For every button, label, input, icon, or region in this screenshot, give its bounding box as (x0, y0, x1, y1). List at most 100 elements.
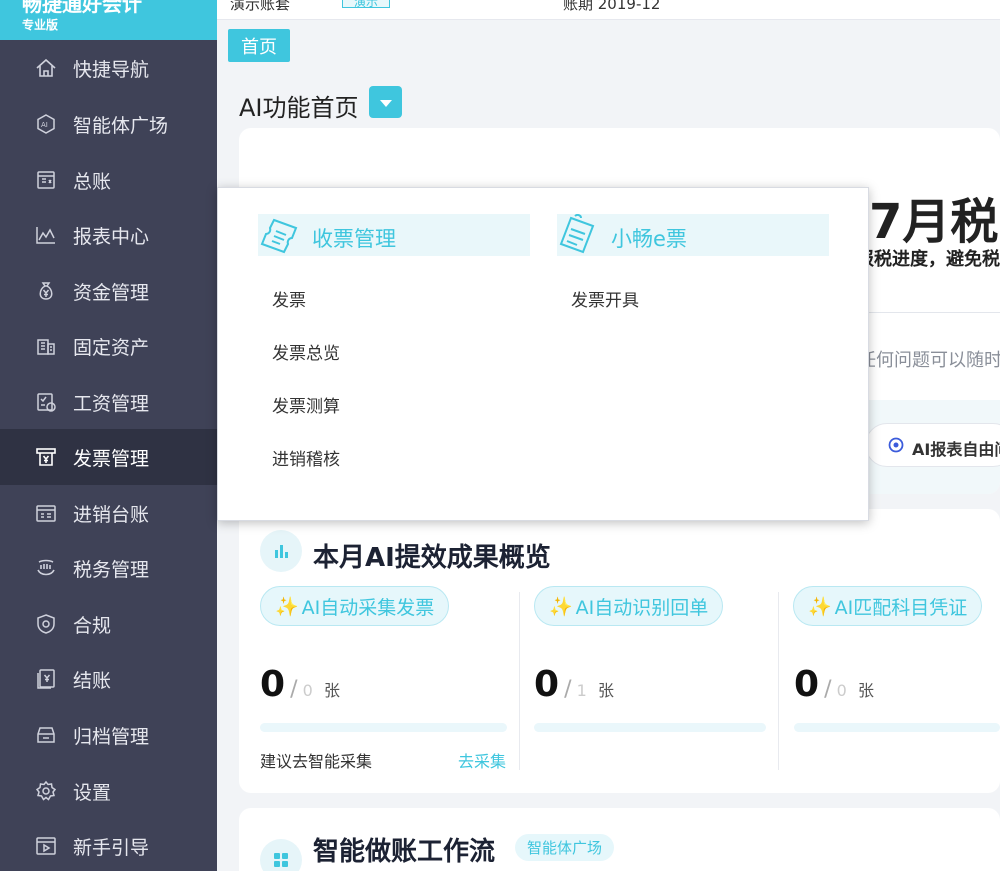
bar-chart-icon (260, 530, 302, 572)
chart-icon (34, 223, 58, 247)
sidebar-item-agent-square[interactable]: AI 智能体广场 (0, 96, 217, 152)
stat-done: 0 (794, 664, 820, 705)
sidebar-item-settings[interactable]: 设置 (0, 763, 217, 819)
top-bar: 演示账套 演示 账期 2019-12 (217, 0, 1000, 20)
pill-label: AI匹配科目凭证 (834, 596, 968, 619)
pill-label: AI自动采集发票 (301, 596, 435, 619)
sidebar-item-label: 新手引导 (73, 836, 150, 859)
stat-slash: / (824, 677, 832, 702)
ticket-icon (260, 214, 306, 260)
sidebar-item-label: 税务管理 (73, 558, 150, 581)
ai-summary-card: 本月AI提效成果概览 ✨ AI自动采集发票 0 / 0 张 建议去智能采集 去采… (239, 509, 1000, 793)
workflow-card: 智能做账工作流 智能体广场 (239, 808, 1000, 871)
ai-input-placeholder: 任何问题可以随时 (858, 350, 1000, 371)
stat-unit: 张 (597, 681, 614, 700)
sidebar-item-onboarding[interactable]: 新手引导 (0, 818, 217, 871)
sidebar-item-invoice-management[interactable]: 发票管理 (0, 429, 217, 485)
pill-label: AI自动识别回单 (575, 596, 709, 619)
menu-item-invoice[interactable]: 发票 (272, 286, 306, 311)
match-voucher-stat: 0 / 0 张 (794, 664, 874, 705)
demo-tag: 演示 (342, 0, 390, 9)
stat-slash: / (290, 677, 298, 702)
summary-title: 本月AI提效成果概览 (313, 543, 551, 573)
sidebar-item-fixed-assets[interactable]: 固定资产 (0, 318, 217, 374)
ai-report-chip-label: AI报表自由问 (912, 440, 1000, 459)
stat-unit: 张 (323, 681, 340, 700)
recognize-receipt-progress (534, 723, 766, 732)
go-collect-link[interactable]: 去采集 (458, 748, 506, 772)
stat-done: 0 (534, 664, 560, 705)
tax-icon (34, 556, 58, 580)
menu-item-invoice-estimate[interactable]: 发票测算 (272, 392, 340, 417)
ai-match-voucher-pill[interactable]: ✨ AI匹配科目凭证 (793, 586, 983, 626)
shield-icon (34, 612, 58, 636)
sidebar-item-label: 合规 (73, 614, 112, 637)
sidebar-item-label: 发票管理 (73, 447, 150, 470)
sidebar-item-funds[interactable]: 资金管理 (0, 263, 217, 319)
brand-header[interactable]: 畅捷通好会计 专业版 (0, 0, 217, 40)
sidebar-item-label: 资金管理 (73, 281, 150, 304)
hero-title: 7月税 (869, 194, 999, 250)
accounting-period[interactable]: 账期 2019-12 (563, 0, 660, 14)
sidebar-item-closing[interactable]: 结账 (0, 651, 217, 707)
sidebar-item-label: 设置 (73, 781, 112, 804)
stat-total: 0 (836, 681, 847, 700)
ai-agent-icon: AI (34, 112, 58, 136)
target-icon (888, 437, 904, 457)
salary-icon (34, 390, 58, 414)
sidebar-item-label: 进销台账 (73, 503, 150, 526)
stat-total: 1 (576, 681, 587, 700)
sidebar-item-tax[interactable]: 税务管理 (0, 540, 217, 596)
checkout-icon (34, 667, 58, 691)
ai-collect-invoice-pill[interactable]: ✨ AI自动采集发票 (260, 586, 450, 626)
hero-subtitle: 报税进度，避免税 (856, 249, 1000, 270)
stat-slash: / (564, 677, 572, 702)
trade-ledger-icon (34, 501, 58, 525)
page-switch-dropdown[interactable] (369, 86, 402, 118)
sidebar-item-label: 工资管理 (73, 392, 150, 415)
invoice-icon (34, 445, 58, 469)
svg-text:AI: AI (41, 121, 48, 129)
brand-name: 畅捷通好会计 (22, 0, 142, 16)
tab-home[interactable]: 首页 (228, 29, 290, 62)
e-invoice-icon (559, 213, 605, 260)
agent-square-tag[interactable]: 智能体广场 (515, 834, 615, 861)
column-divider (519, 592, 520, 770)
archive-icon (34, 723, 58, 747)
menu-group-title: 小畅e票 (611, 227, 687, 251)
sparkle-icon: ✨ (549, 595, 573, 618)
caret-down-icon (379, 93, 393, 112)
workflow-title: 智能做账工作流 (313, 837, 496, 867)
menu-group-receive-invoice: 收票管理 (258, 214, 530, 256)
ai-recognize-receipt-pill[interactable]: ✨ AI自动识别回单 (534, 586, 724, 626)
money-bag-icon (34, 279, 58, 303)
stat-total: 0 (302, 681, 313, 700)
sidebar-item-label: 快捷导航 (73, 58, 150, 81)
grid-apps-icon (260, 839, 302, 871)
menu-item-invoice-overview[interactable]: 发票总览 (272, 339, 340, 364)
ai-report-chip[interactable]: AI报表自由问 (865, 423, 1000, 467)
sidebar-item-reports[interactable]: 报表中心 (0, 207, 217, 263)
sparkle-icon: ✨ (808, 595, 832, 618)
menu-group-e-invoice: 小畅e票 (557, 213, 829, 256)
sidebar-item-payroll[interactable]: 工资管理 (0, 374, 217, 430)
sidebar-item-quick-nav[interactable]: 快捷导航 (0, 40, 217, 96)
sidebar-item-archive[interactable]: 归档管理 (0, 707, 217, 763)
menu-group-title: 收票管理 (312, 227, 396, 251)
sidebar-item-label: 归档管理 (73, 725, 150, 748)
account-set-name[interactable]: 演示账套 (230, 0, 290, 14)
sidebar-item-compliance[interactable]: 合规 (0, 596, 217, 652)
menu-item-issue-invoice[interactable]: 发票开具 (571, 286, 639, 311)
home-icon (34, 56, 58, 80)
stat-unit: 张 (857, 681, 874, 700)
menu-item-purchase-sales-audit[interactable]: 进销稽核 (272, 445, 340, 470)
collect-invoice-progress (260, 723, 507, 732)
sidebar: 畅捷通好会计 专业版 快捷导航 AI 智能体广场 总账 报表中心 资金管理 固定… (0, 0, 217, 871)
sidebar-item-general-ledger[interactable]: 总账 (0, 152, 217, 208)
guide-video-icon (34, 834, 58, 858)
sparkle-icon: ✨ (275, 595, 299, 618)
building-icon (34, 334, 58, 358)
gear-icon (34, 779, 58, 803)
sidebar-item-label: 总账 (73, 170, 112, 193)
sidebar-item-trade-ledger[interactable]: 进销台账 (0, 485, 217, 541)
